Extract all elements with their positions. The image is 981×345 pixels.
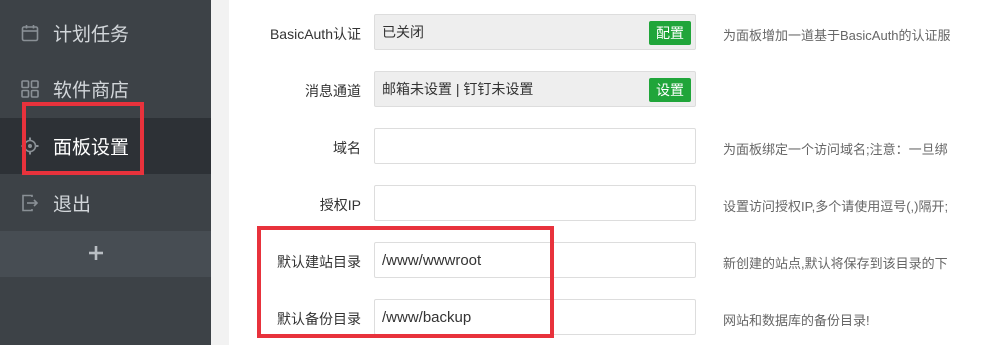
basic-auth-hint: 为面板增加一道基于BasicAuth的认证服 xyxy=(723,28,951,43)
auth-ip-input[interactable] xyxy=(375,186,695,220)
highlight-box-panel-settings xyxy=(22,102,144,175)
domain-input[interactable] xyxy=(375,129,695,163)
message-channel-value: 邮箱未设置 | 钉钉未设置 xyxy=(382,81,534,97)
message-channel-field: 邮箱未设置 | 钉钉未设置 设置 xyxy=(374,71,696,107)
exit-icon xyxy=(20,193,40,213)
domain-label: 域名 xyxy=(333,140,361,156)
domain-hint: 为面板绑定一个访问域名;注意：一旦绑 xyxy=(723,142,948,157)
calendar-icon xyxy=(20,23,40,43)
highlight-box-default-dirs xyxy=(257,226,554,338)
sidebar-add-button[interactable] xyxy=(0,231,211,277)
sidebar-item-cron[interactable]: 计划任务 xyxy=(0,5,211,61)
basic-auth-field: 已关闭 配置 xyxy=(374,14,696,50)
sidebar-item-label: 计划任务 xyxy=(53,24,130,46)
basic-auth-value: 已关闭 xyxy=(382,24,424,40)
message-channel-set-button[interactable]: 设置 xyxy=(649,78,691,102)
sidebar-item-label: 退出 xyxy=(53,194,92,216)
message-channel-label: 消息通道 xyxy=(305,83,361,99)
basic-auth-label: BasicAuth认证 xyxy=(269,26,361,42)
sidebar-item-label: 软件商店 xyxy=(53,80,130,102)
sidebar-item-logout[interactable]: 退出 xyxy=(0,175,211,231)
auth-ip-hint: 设置访问授权IP,多个请使用逗号(,)隔开; xyxy=(723,199,949,214)
auth-ip-label: 授权IP xyxy=(319,197,361,213)
content-gutter xyxy=(211,0,229,345)
domain-field xyxy=(374,128,696,164)
default-backup-dir-hint: 网站和数据库的备份目录! xyxy=(723,313,870,328)
grid-icon xyxy=(20,79,40,99)
basic-auth-config-button[interactable]: 配置 xyxy=(649,21,691,45)
plus-icon xyxy=(86,243,106,263)
auth-ip-field xyxy=(374,185,696,221)
default-site-dir-hint: 新创建的站点,默认将保存到该目录的下 xyxy=(723,256,948,271)
